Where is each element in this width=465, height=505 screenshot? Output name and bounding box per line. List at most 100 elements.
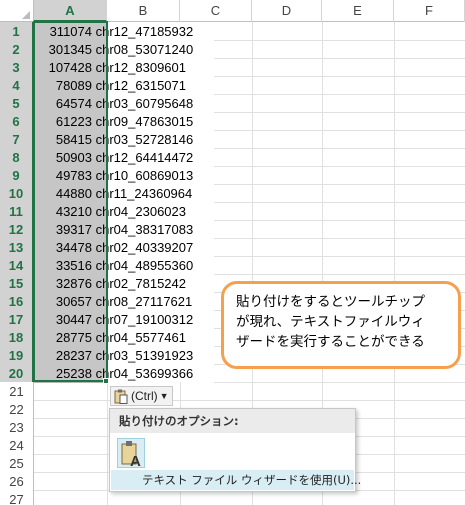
- cell-chr-label: chr03_51391923: [95, 348, 194, 363]
- row-header[interactable]: 4: [0, 76, 34, 95]
- column-header-a[interactable]: A: [34, 0, 107, 22]
- row-header[interactable]: 24: [0, 436, 34, 455]
- cell-number: 107428: [48, 60, 92, 75]
- row-header[interactable]: 15: [0, 274, 34, 293]
- cell-value: 34478 chr02_40339207: [36, 238, 193, 257]
- table-row: 6 61223 chr09_47863015: [0, 112, 465, 131]
- cell-chr-label: chr12_64414472: [95, 150, 194, 165]
- row-header[interactable]: 25: [0, 454, 34, 473]
- table-row: 7 58415 chr03_52728146: [0, 130, 465, 149]
- row-header[interactable]: 11: [0, 202, 34, 221]
- callout-line: が現れ、テキストファイルウィ: [236, 314, 425, 330]
- cell-chr-label: chr04_5577461: [95, 330, 186, 345]
- row-cells[interactable]: [34, 382, 465, 401]
- callout-line: 貼り付けをするとツールチップ: [236, 294, 425, 310]
- cell-number: 50903: [55, 150, 92, 165]
- cell-chr-label: chr10_60869013: [95, 168, 194, 183]
- cell-number: 28237: [55, 348, 92, 363]
- table-row: 14 33516 chr04_48955360: [0, 256, 465, 275]
- cell-number: 25238: [55, 366, 92, 381]
- cell-number: 301345: [48, 42, 92, 57]
- select-all-button[interactable]: [0, 0, 34, 22]
- row-header[interactable]: 16: [0, 292, 34, 311]
- cell-value: 50903 chr12_64414472: [36, 148, 193, 167]
- table-row: 2 301345 chr08_53071240: [0, 40, 465, 59]
- fill-handle[interactable]: [103, 378, 109, 384]
- text-import-wizard-option[interactable]: テキスト ファイル ウィザードを使用(U)...: [111, 470, 361, 490]
- column-header-b[interactable]: B: [107, 0, 180, 22]
- column-header-row: ABCDEF: [0, 0, 465, 22]
- row-header[interactable]: 17: [0, 310, 34, 329]
- row-header[interactable]: 19: [0, 346, 34, 365]
- row-header[interactable]: 20: [0, 364, 34, 383]
- cell-chr-label: chr03_60795648: [95, 96, 194, 111]
- row-header[interactable]: 3: [0, 58, 34, 77]
- table-row: 12 39317 chr04_38317083: [0, 220, 465, 239]
- row-header[interactable]: 6: [0, 112, 34, 131]
- column-header-f[interactable]: F: [394, 0, 465, 22]
- cell-value: 49783 chr10_60869013: [36, 166, 193, 185]
- row-header[interactable]: 10: [0, 184, 34, 203]
- callout-line: ザードを実行することができる: [236, 334, 425, 350]
- row-header[interactable]: 12: [0, 220, 34, 239]
- cell-chr-label: chr12_6315071: [95, 78, 186, 93]
- paste-options-button[interactable]: (Ctrl) ▼: [110, 386, 173, 406]
- svg-text:A: A: [130, 453, 141, 469]
- cell-chr-label: chr04_48955360: [95, 258, 194, 273]
- row-header[interactable]: 26: [0, 472, 34, 491]
- cell-number: 64574: [55, 96, 92, 111]
- cell-number: 43210: [55, 204, 92, 219]
- row-header[interactable]: 13: [0, 238, 34, 257]
- clipboard-paste-icon: [114, 389, 128, 404]
- cell-chr-label: chr02_40339207: [95, 240, 194, 255]
- cell-value: 30447 chr07_19100312: [36, 310, 193, 329]
- cell-chr-label: chr04_38317083: [95, 222, 194, 237]
- chevron-down-icon: ▼: [159, 391, 169, 401]
- cell-value: 64574 chr03_60795648: [36, 94, 193, 113]
- cell-number: 61223: [55, 114, 92, 129]
- cell-number: 30657: [55, 294, 92, 309]
- column-header-c[interactable]: C: [180, 0, 252, 22]
- row-header[interactable]: 22: [0, 400, 34, 419]
- column-header-e[interactable]: E: [322, 0, 394, 22]
- row-header[interactable]: 21: [0, 382, 34, 401]
- table-row: 1 311074 chr12_47185932: [0, 22, 465, 41]
- cell-value: 28775 chr04_5577461: [36, 328, 186, 347]
- cell-number: 33516: [55, 258, 92, 273]
- row-header[interactable]: 8: [0, 148, 34, 167]
- cell-number: 39317: [55, 222, 92, 237]
- cell-chr-label: chr08_27117621: [95, 294, 193, 309]
- cell-value: 30657 chr08_27117621: [36, 292, 192, 311]
- row-header[interactable]: 14: [0, 256, 34, 275]
- cell-value: 61223 chr09_47863015: [36, 112, 193, 131]
- cell-value: 78089 chr12_6315071: [36, 76, 186, 95]
- paste-options-title: 貼り付けのオプション:: [110, 409, 355, 433]
- row-header[interactable]: 23: [0, 418, 34, 437]
- cell-chr-label: chr11_24360964: [95, 186, 193, 201]
- cell-chr-label: chr12_8309601: [95, 60, 186, 75]
- cell-value: 32876 chr02_7815242: [36, 274, 186, 293]
- row-header[interactable]: 5: [0, 94, 34, 113]
- cell-number: 32876: [55, 276, 92, 291]
- cell-chr-label: chr09_47863015: [95, 114, 194, 129]
- cell-chr-label: chr04_53699366: [95, 366, 194, 381]
- row-cells[interactable]: [34, 490, 465, 505]
- table-row: 9 49783 chr10_60869013: [0, 166, 465, 185]
- row-header[interactable]: 27: [0, 490, 34, 505]
- paste-options-menu: 貼り付けのオプション: A テキスト ファイル ウィザードを使用(U)...: [109, 408, 361, 492]
- row-header[interactable]: 18: [0, 328, 34, 347]
- text-import-icon[interactable]: A: [117, 438, 145, 470]
- cell-number: 49783: [55, 168, 92, 183]
- annotation-callout: 貼り付けをするとツールチップ が現れ、テキストファイルウィ ザードを実行すること…: [221, 281, 461, 369]
- cell-value: 58415 chr03_52728146: [36, 130, 193, 149]
- row-header[interactable]: 7: [0, 130, 34, 149]
- cell-number: 78089: [55, 78, 92, 93]
- table-row: 27: [0, 490, 465, 505]
- row-header[interactable]: 9: [0, 166, 34, 185]
- row-header[interactable]: 2: [0, 40, 34, 59]
- column-header-d[interactable]: D: [252, 0, 322, 22]
- row-header[interactable]: 1: [0, 22, 34, 41]
- paste-options-label: (Ctrl): [131, 389, 158, 403]
- table-row: 11 43210 chr04_2306023: [0, 202, 465, 221]
- cell-value: 33516 chr04_48955360: [36, 256, 193, 275]
